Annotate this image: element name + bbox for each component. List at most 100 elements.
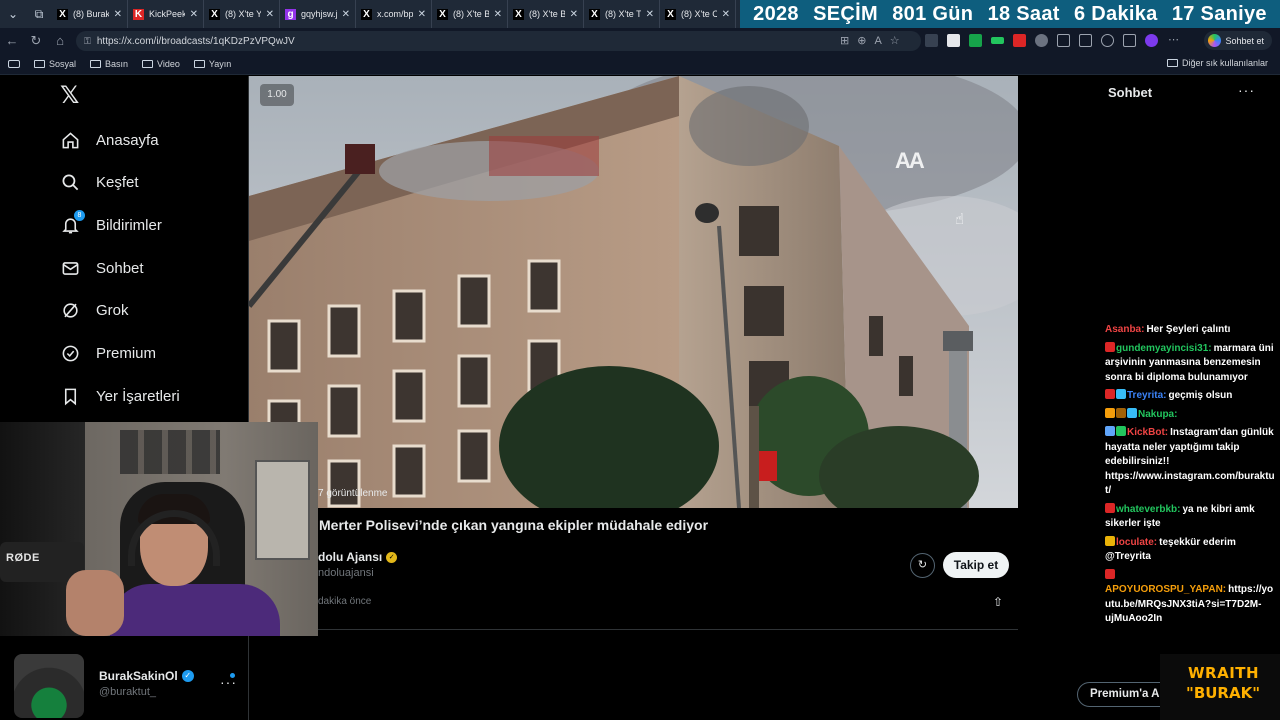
bookmark-folder-video[interactable]: Video xyxy=(142,59,180,69)
extension-icon[interactable] xyxy=(969,34,982,47)
browser-tab[interactable]: K KickPeek - ✕ xyxy=(128,0,204,28)
x-logo-icon[interactable]: 𝕏 xyxy=(60,84,84,108)
streamer-webcam-overlay: RØDE xyxy=(0,422,318,636)
other-favorites-folder[interactable]: Diğer sık kullanılanlar xyxy=(1166,58,1268,68)
browser-tab[interactable]: X (8) X'te TH ✕ xyxy=(584,0,660,28)
tab-close-icon[interactable]: ✕ xyxy=(570,9,578,20)
back-icon[interactable]: ← xyxy=(0,28,24,53)
split-screen-icon[interactable] xyxy=(1057,34,1070,47)
sidebar-item-label: Premium xyxy=(96,344,157,362)
sidebar-item-messages[interactable]: Sohbet xyxy=(60,253,144,283)
extension-icon[interactable] xyxy=(925,34,938,47)
browser-tab[interactable]: Xx.com/bpt ✕ xyxy=(356,0,432,28)
tab-favicon-icon: X xyxy=(665,8,676,20)
copilot-chat-button[interactable]: Sohbet et xyxy=(1204,31,1272,50)
zoom-icon[interactable]: ⊕ xyxy=(857,34,866,47)
tab-actions-icon[interactable]: ⌄ xyxy=(0,0,26,28)
tab-close-icon[interactable]: ✕ xyxy=(494,9,502,20)
extension-icon[interactable] xyxy=(1013,34,1026,47)
browser-tab[interactable]: X (8) BurakSa ✕ xyxy=(52,0,128,28)
account-switcher[interactable]: BurakSakinOl ✓ @buraktut_ ··· xyxy=(0,646,249,720)
chat-message: KickBot: Instagram'dan günlük hayatta nel… xyxy=(1105,426,1275,499)
url-field[interactable]: ⚿ https://x.com/i/broadcasts/1qKDzPzVPQw… xyxy=(76,31,921,51)
app-available-icon[interactable]: ⊞ xyxy=(840,34,849,47)
read-aloud-icon[interactable]: A xyxy=(874,35,881,47)
extension-icon[interactable] xyxy=(1035,34,1048,47)
favorite-star-icon[interactable]: ☆ xyxy=(890,34,900,47)
broadcast-video[interactable]: 1.00 AA ☝ xyxy=(249,76,1018,508)
tab-close-icon[interactable]: ✕ xyxy=(342,9,350,20)
playback-speed-button[interactable]: 1.00 xyxy=(260,84,294,106)
sidebar-item-home[interactable]: Anasayfa xyxy=(60,125,159,155)
chat-username[interactable]: APOYUOROSPU_YAPAN: xyxy=(1105,584,1226,595)
tab-favicon-icon: X xyxy=(209,8,220,20)
browser-tab[interactable]: X (8) X'te BPT ✕ xyxy=(508,0,584,28)
mail-icon xyxy=(60,258,80,278)
chat-title: Sohbet xyxy=(1108,85,1153,100)
tab-close-icon[interactable]: ✕ xyxy=(722,9,730,20)
sidebar-item-explore[interactable]: Keşfet xyxy=(60,167,139,197)
collections-icon[interactable] xyxy=(1123,34,1136,47)
follow-button[interactable]: Takip et xyxy=(943,552,1009,578)
tab-title: x.com/bpt xyxy=(377,9,413,19)
profile-avatar-icon[interactable] xyxy=(1145,34,1158,47)
chat-username[interactable]: whateverbkb: xyxy=(1116,504,1180,515)
extension-icon[interactable] xyxy=(947,34,960,47)
sidebar-item-label: Bildirimler xyxy=(96,216,162,234)
tab-close-icon[interactable]: ✕ xyxy=(190,9,198,20)
reload-icon[interactable]: ↻ xyxy=(24,28,48,53)
home-button-icon[interactable]: ⌂ xyxy=(48,28,72,53)
subscribe-icon[interactable]: ↻ xyxy=(910,553,935,578)
site-info-icon[interactable]: ⚿ xyxy=(84,36,91,47)
bookmark-label: Video xyxy=(157,58,180,69)
countdown-days: 801 Gün xyxy=(892,2,974,25)
chat-username[interactable]: Asanba: xyxy=(1105,324,1144,335)
author-name-text: dolu Ajansı xyxy=(318,550,383,564)
folder-icon xyxy=(142,59,154,68)
share-icon[interactable]: ⇧ xyxy=(993,595,1003,609)
extension-icon[interactable] xyxy=(991,37,1004,44)
sidebar-item-premium[interactable]: Premium xyxy=(60,338,156,368)
chat-message: gundemyayincisi31: marmara üni arşivinin … xyxy=(1105,341,1275,386)
chat-username[interactable]: KickBot: xyxy=(1127,427,1168,438)
tab-close-icon[interactable]: ✕ xyxy=(114,9,122,20)
sidebar-item-notifications[interactable]: 8 Bildirimler xyxy=(60,210,162,240)
bookmark-folder-basin[interactable]: Basın xyxy=(90,59,128,69)
search-icon xyxy=(60,172,80,192)
chat-badge-icon xyxy=(1105,502,1115,513)
chat-username[interactable]: loculate: xyxy=(1116,537,1157,548)
browser-tab[interactable]: X (8) X'te Co ✕ xyxy=(660,0,736,28)
bookmark-folder-sosyal[interactable]: Sosyal xyxy=(34,59,76,69)
chat-username[interactable]: Treyrita: xyxy=(1127,390,1166,401)
author-name[interactable]: dolu Ajansı ✓ xyxy=(318,550,398,564)
chat-message: Treyrita: geçmiş olsun xyxy=(1105,389,1275,404)
browser-tab[interactable]: g gqyhjsw.jpg ✕ xyxy=(280,0,356,28)
favorites-icon[interactable] xyxy=(1079,34,1092,47)
browser-tab[interactable]: X (8) X'te Yer ✕ xyxy=(204,0,280,28)
tab-title: (8) X'te BPT xyxy=(529,9,565,19)
chat-username[interactable]: gundemyayincisi31: xyxy=(1116,343,1212,354)
sidebar-item-label: Yer İşaretleri xyxy=(96,387,180,405)
gold-verified-icon: ✓ xyxy=(386,551,398,563)
browser-essentials-icon[interactable] xyxy=(1101,34,1114,47)
tab-close-icon[interactable]: ✕ xyxy=(418,9,426,20)
tab-close-icon[interactable]: ✕ xyxy=(646,9,654,20)
tab-favicon-icon: X xyxy=(437,8,448,20)
author-handle[interactable]: ndoluajansi xyxy=(318,567,374,579)
chat-message-text: Her Şeyleri çalıntı xyxy=(1146,324,1231,335)
chat-username[interactable]: Nakupa: xyxy=(1138,409,1177,420)
browser-tab[interactable]: X (8) X'te Bay ✕ xyxy=(432,0,508,28)
countdown-minutes: 6 Dakika xyxy=(1074,2,1158,25)
webcam-hand xyxy=(66,570,124,636)
sidebar-item-grok[interactable]: Grok xyxy=(60,295,129,325)
tab-close-icon[interactable]: ✕ xyxy=(266,9,274,20)
workspaces-icon[interactable]: ⧉ xyxy=(26,0,52,28)
sidebar-item-label: Anasayfa xyxy=(96,131,159,149)
bookmarks-bar: Sosyal Basın Video Yayın Diğer sık kulla… xyxy=(0,53,1280,75)
notification-badge: 8 xyxy=(74,210,85,221)
sidebar-item-bookmarks[interactable]: Yer İşaretleri xyxy=(60,381,180,411)
chat-more-icon[interactable]: ··· xyxy=(1238,82,1255,98)
bookmark-folder-yayin[interactable]: Yayın xyxy=(193,59,231,69)
collections-bar-icon[interactable] xyxy=(8,59,20,68)
more-menu-icon[interactable]: ⋯ xyxy=(1167,34,1180,47)
